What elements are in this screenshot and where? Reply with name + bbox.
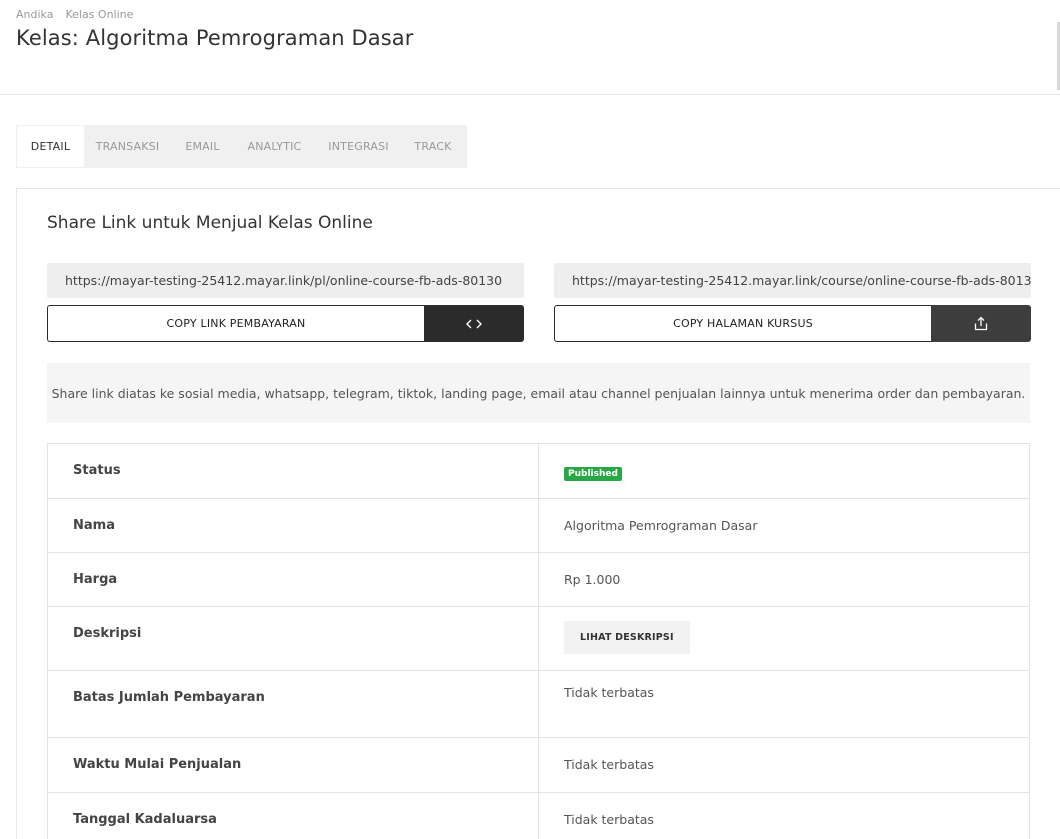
detail-card: Share Link untuk Menjual Kelas Online ht… — [16, 188, 1060, 839]
code-icon — [466, 319, 482, 328]
page-title: Kelas: Algoritma Pemrograman Dasar — [16, 26, 414, 50]
table-row: Deskripsi LIHAT DESKRIPSI — [47, 606, 1030, 671]
copy-course-page-button[interactable]: COPY HALAMAN KURSUS — [554, 305, 931, 342]
waktu-label: Waktu Mulai Penjualan — [47, 737, 539, 793]
lihat-deskripsi-button[interactable]: LIHAT DESKRIPSI — [564, 621, 690, 654]
tanggal-value: Tidak terbatas — [538, 792, 1030, 839]
table-row: Nama Algoritma Pemrograman Dasar — [47, 498, 1030, 553]
course-link-group: https://mayar-testing-25412.mayar.link/c… — [554, 263, 1031, 342]
table-row: Tanggal Kadaluarsa Tidak terbatas — [47, 792, 1030, 839]
breadcrumb: Andika Kelas Online — [16, 8, 133, 21]
batas-value: Tidak terbatas — [538, 670, 1030, 738]
tanggal-label: Tanggal Kadaluarsa — [47, 792, 539, 839]
detail-table: Status Published Nama Algoritma Pemrogra… — [47, 443, 1030, 839]
table-row: Waktu Mulai Penjualan Tidak terbatas — [47, 737, 1030, 793]
harga-value: Rp 1.000 — [538, 552, 1030, 607]
tab-transaksi[interactable]: TRANSAKSI — [84, 126, 171, 167]
harga-label: Harga — [47, 552, 539, 607]
nama-label: Nama — [47, 498, 539, 553]
share-course-button[interactable] — [931, 305, 1031, 342]
table-row: Harga Rp 1.000 — [47, 552, 1030, 607]
page-header: Andika Kelas Online Kelas: Algoritma Pem… — [0, 0, 1060, 95]
course-link-field[interactable]: https://mayar-testing-25412.mayar.link/c… — [554, 263, 1031, 298]
tab-bar: DETAIL TRANSAKSI EMAIL ANALYTIC INTEGRAS… — [16, 125, 467, 168]
nama-value: Algoritma Pemrograman Dasar — [538, 498, 1030, 553]
deskripsi-label: Deskripsi — [47, 606, 539, 671]
payment-link-group: https://mayar-testing-25412.mayar.link/p… — [47, 263, 524, 342]
tab-integrasi[interactable]: INTEGRASI — [315, 126, 402, 167]
table-row: Batas Jumlah Pembayaran Tidak terbatas — [47, 670, 1030, 738]
copy-payment-link-button[interactable]: COPY LINK PEMBAYARAN — [47, 305, 424, 342]
tab-email[interactable]: EMAIL — [171, 126, 234, 167]
waktu-value: Tidak terbatas — [538, 737, 1030, 793]
tab-detail[interactable]: DETAIL — [17, 126, 84, 167]
batas-label: Batas Jumlah Pembayaran — [47, 670, 539, 738]
table-row: Status Published — [47, 443, 1030, 499]
share-section-title: Share Link untuk Menjual Kelas Online — [47, 213, 373, 233]
tab-analytic[interactable]: ANALYTIC — [234, 126, 315, 167]
share-icon — [974, 316, 988, 331]
tab-track[interactable]: TRACK — [402, 126, 464, 167]
payment-link-field[interactable]: https://mayar-testing-25412.mayar.link/p… — [47, 263, 524, 298]
embed-code-button[interactable] — [424, 305, 524, 342]
breadcrumb-item-andika[interactable]: Andika — [16, 8, 53, 21]
share-info-text: Share link diatas ke sosial media, whats… — [47, 363, 1030, 423]
status-badge: Published — [564, 467, 622, 481]
breadcrumb-item-kelas-online[interactable]: Kelas Online — [65, 8, 133, 21]
status-label: Status — [47, 443, 539, 499]
